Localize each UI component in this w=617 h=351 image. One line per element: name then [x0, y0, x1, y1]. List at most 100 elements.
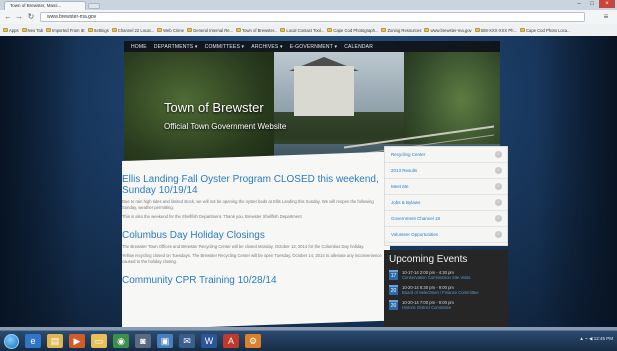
calendar-icon: 20 — [389, 285, 398, 295]
bookmark-item[interactable]: www.brewster-ma.gov — [424, 28, 472, 33]
chevron-right-icon: › — [495, 215, 502, 222]
news-article: Community CPR Training 10/28/14 — [122, 275, 384, 286]
chevron-right-icon: › — [495, 167, 502, 174]
system-tray[interactable]: ▲ ⌁ ◀ 12:45 PM — [579, 336, 613, 342]
article-title[interactable]: Community CPR Training 10/28/14 — [122, 275, 384, 286]
folder-icon[interactable]: ▭ — [91, 334, 107, 348]
tab-title: Town of Brewster, Mass... — [10, 3, 62, 8]
article-title[interactable]: Ellis Landing Fall Oyster Program CLOSED… — [122, 174, 384, 196]
bookmark-item[interactable]: Zoning Resources — [381, 28, 421, 33]
page-viewport: Town of Brewster Official Town Governmen… — [0, 36, 617, 330]
bookmarks-bar: Apps Neo Tab Imported From IE Settings C… — [0, 24, 617, 36]
bookmark-item[interactable]: Imported From IE — [46, 28, 85, 33]
nav-committees[interactable]: COMMITTEES ▾ — [205, 44, 245, 50]
start-button[interactable] — [4, 333, 19, 349]
event-item[interactable]: 20 10-20-14 7:00 pm - 9:00 pm Historic Di… — [389, 300, 503, 310]
chevron-right-icon: › — [495, 231, 502, 238]
background-shade — [537, 36, 617, 330]
media-icon[interactable]: ▶ — [69, 334, 85, 348]
explorer-icon[interactable]: ▤ — [47, 334, 63, 348]
tab-strip: Town of Brewster, Mass... – □ × — [0, 0, 617, 10]
tools-icon[interactable]: ⚙ — [245, 334, 261, 348]
back-icon[interactable]: ← — [3, 12, 13, 22]
site-title[interactable]: Town of Brewster — [164, 100, 264, 115]
quick-link-volunteer[interactable]: Volunteer Opportunities › — [385, 227, 507, 243]
event-link[interactable]: Board of Selectmen / Finance Committee — [402, 290, 479, 295]
new-tab-button[interactable] — [88, 3, 100, 9]
folder-icon — [280, 28, 286, 32]
event-item[interactable]: 17 10-17-14 2:00 pm - 4:30 pm Conservatio… — [389, 270, 503, 280]
folder-icon — [3, 28, 8, 32]
article-paragraph: Yellow recycling closed on Tuesdays. The… — [122, 253, 382, 264]
nav-calendar[interactable]: CALENDAR — [344, 44, 373, 50]
folder-icon — [424, 28, 430, 32]
taskbar: e ▤ ▶ ▭ ◉ ◙ ▣ ✉ W A ⚙ ▲ ⌁ ◀ 12:45 PM — [0, 330, 617, 351]
bookmark-item[interactable]: Neo Tab — [21, 28, 43, 33]
event-link[interactable]: Conservation Commission Site Visits — [402, 275, 470, 280]
maximize-button[interactable]: □ — [586, 0, 598, 8]
site-container: Town of Brewster Official Town Governmen… — [114, 36, 510, 330]
folder-icon — [46, 28, 52, 32]
bookmark-item[interactable]: 508-XXX-XXX Ph... — [474, 28, 517, 33]
nav-egovernment[interactable]: E-GOVERNMENT ▾ — [290, 44, 337, 50]
quick-link-meet[interactable]: Meet Me › — [385, 179, 507, 195]
nav-archives[interactable]: ARCHIVES ▾ — [251, 44, 282, 50]
menu-icon[interactable]: ≡ — [601, 12, 611, 22]
folder-icon — [187, 28, 192, 32]
minimize-button[interactable]: – — [573, 0, 585, 8]
camera-icon[interactable]: ◙ — [135, 334, 151, 348]
news-article: Ellis Landing Fall Oyster Program CLOSED… — [122, 174, 384, 220]
bookmark-item[interactable]: Settings — [87, 28, 109, 33]
news-list: Ellis Landing Fall Oyster Program CLOSED… — [122, 174, 384, 330]
background-shade — [0, 36, 80, 330]
events-title: Upcoming Events — [389, 254, 468, 265]
forward-icon[interactable]: → — [14, 12, 24, 22]
bookmark-item[interactable]: Channel 22 Locat... — [111, 28, 154, 33]
event-item[interactable]: 20 10-20-14 6:30 pm - 9:00 pm Board of Se… — [389, 285, 503, 295]
chrome-icon[interactable]: ◉ — [113, 334, 129, 348]
bookmark-item[interactable]: Apps — [3, 28, 19, 33]
browser-tab[interactable]: Town of Brewster, Mass... — [4, 1, 86, 10]
quick-link-results[interactable]: 2013 Results › — [385, 163, 507, 179]
bookmark-item[interactable]: Web Crime — [157, 28, 184, 33]
quick-link-recycling[interactable]: Recycling Center › — [385, 147, 507, 163]
site-subtitle: Official Town Government Website — [164, 122, 287, 131]
hero-house — [294, 66, 354, 116]
close-button[interactable]: × — [599, 0, 615, 8]
news-article: Columbus Day Holiday Closings The Brewst… — [122, 230, 384, 265]
acrobat-icon[interactable]: A — [223, 334, 239, 348]
browser-window: Town of Brewster, Mass... – □ × ← → ↻ ww… — [0, 0, 617, 36]
address-bar[interactable]: www.brewster-ma.gov — [40, 12, 585, 22]
folder-icon — [157, 28, 163, 32]
chevron-right-icon: › — [495, 199, 502, 206]
calendar-icon: 17 — [389, 270, 398, 280]
quick-link-jobs[interactable]: Jobs & Bylaws › — [385, 195, 507, 211]
bookmark-item[interactable]: Local Contact Tool... — [280, 28, 324, 33]
bookmark-item[interactable]: Cape Cod Photograph... — [327, 28, 378, 33]
folder-icon — [21, 28, 27, 32]
article-title[interactable]: Columbus Day Holiday Closings — [122, 230, 384, 241]
browser-toolbar: ← → ↻ www.brewster-ma.gov ≡ — [0, 10, 617, 24]
mail-icon[interactable]: ✉ — [179, 334, 195, 348]
quick-link-channel[interactable]: Government Channel 18 › — [385, 211, 507, 227]
bookmark-item[interactable]: Town of Brewster... — [236, 28, 277, 33]
folder-icon — [327, 28, 333, 32]
calendar-icon: 20 — [389, 300, 398, 310]
site-nav: HOME DEPARTMENTS ▾ COMMITTEES ▾ ARCHIVES… — [124, 41, 500, 52]
url-text: www.brewster-ma.gov — [47, 14, 97, 20]
article-paragraph: Due to rain high tides and limited stock… — [122, 199, 374, 210]
chevron-right-icon: › — [495, 183, 502, 190]
bookmark-item[interactable]: Cape Cod Photo Loca... — [519, 28, 571, 33]
folder-icon — [381, 28, 387, 32]
event-link[interactable]: Historic District Committee — [402, 305, 454, 310]
folder-icon — [236, 28, 242, 32]
nav-departments[interactable]: DEPARTMENTS ▾ — [154, 44, 198, 50]
sidebar: Recycling Center › 2013 Results › Meet Me ›… — [384, 146, 508, 330]
bookmark-item[interactable]: General Internal Re... — [187, 28, 233, 33]
folder-icon — [87, 28, 93, 32]
ie-icon[interactable]: e — [25, 334, 41, 348]
reload-icon[interactable]: ↻ — [26, 12, 36, 22]
word-icon[interactable]: W — [201, 334, 217, 348]
document-icon[interactable]: ▣ — [157, 334, 173, 348]
nav-home[interactable]: HOME — [131, 44, 147, 50]
